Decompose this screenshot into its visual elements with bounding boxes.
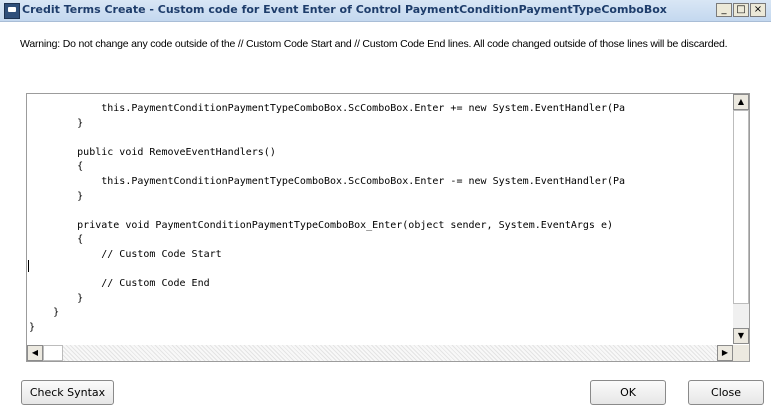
scroll-right-icon[interactable]: ▶ xyxy=(717,345,733,361)
horizontal-scroll-track[interactable] xyxy=(43,345,717,361)
ok-button[interactable]: OK xyxy=(590,380,666,405)
horizontal-scroll-thumb[interactable] xyxy=(43,345,63,361)
close-button[interactable]: Close xyxy=(688,380,764,405)
vertical-scroll-thumb[interactable] xyxy=(733,110,749,304)
check-syntax-button[interactable]: Check Syntax xyxy=(21,380,114,405)
scrollbar-corner xyxy=(733,345,749,361)
text-caret xyxy=(28,260,29,272)
scroll-left-icon[interactable]: ◀ xyxy=(27,345,43,361)
close-window-button[interactable]: × xyxy=(750,3,766,17)
code-text[interactable]: this.PaymentConditionPaymentTypeComboBox… xyxy=(29,102,729,334)
vertical-scrollbar[interactable]: ▲ ▼ xyxy=(733,94,749,344)
maximize-button[interactable]: □ xyxy=(733,3,749,17)
minimize-button[interactable]: _ xyxy=(716,3,732,17)
warning-message: Warning: Do not change any code outside … xyxy=(20,38,728,50)
title-bar[interactable]: Credit Terms Create - Custom code for Ev… xyxy=(0,0,771,22)
code-editor[interactable]: this.PaymentConditionPaymentTypeComboBox… xyxy=(26,93,750,362)
scroll-down-icon[interactable]: ▼ xyxy=(733,328,749,344)
scroll-up-icon[interactable]: ▲ xyxy=(733,94,749,110)
horizontal-scrollbar[interactable]: ◀ ▶ xyxy=(27,345,733,361)
app-icon xyxy=(4,3,20,19)
window-title: Credit Terms Create - Custom code for Ev… xyxy=(22,3,667,16)
